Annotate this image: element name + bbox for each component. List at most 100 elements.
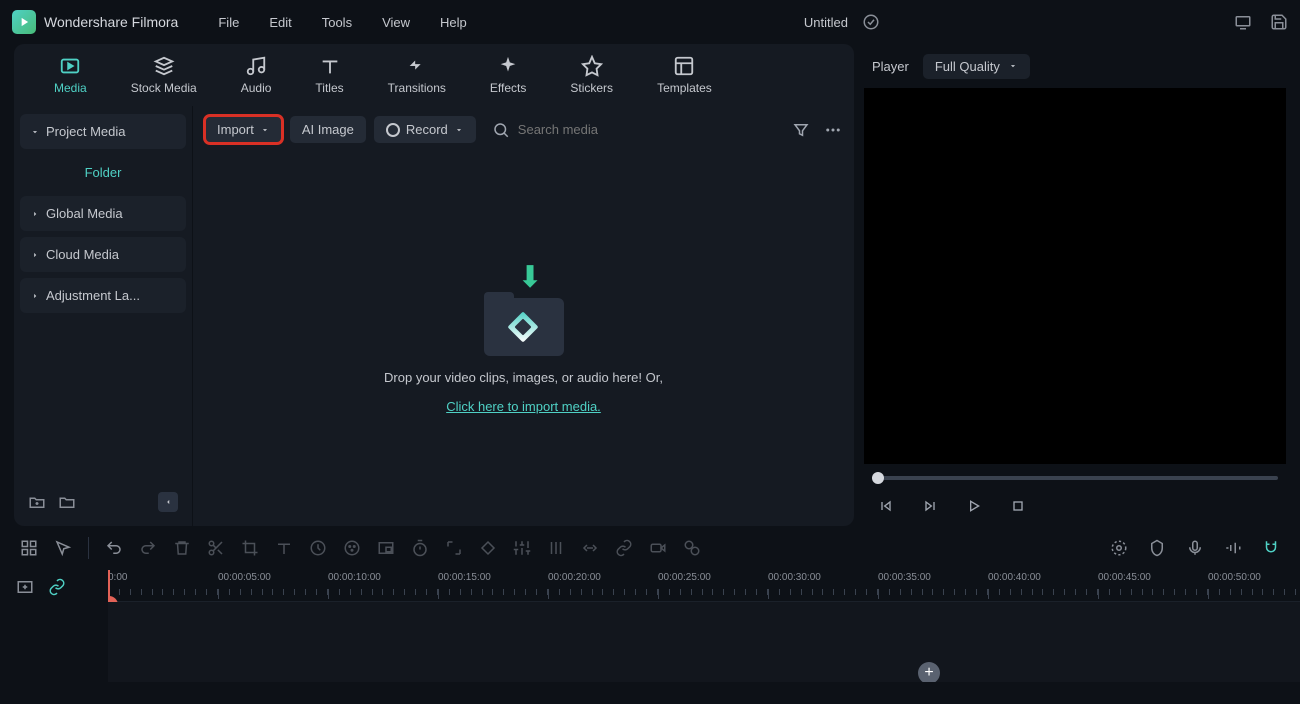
app-name: Wondershare Filmora	[44, 14, 178, 30]
chevron-down-icon	[1008, 61, 1018, 71]
new-folder-icon[interactable]	[28, 493, 46, 511]
audio-track-icon[interactable]	[1224, 539, 1242, 557]
more-icon[interactable]	[824, 121, 842, 139]
ruler-segment: 00:00:45:00	[1098, 570, 1208, 601]
speed-icon[interactable]	[309, 539, 327, 557]
chevron-down-icon	[454, 125, 464, 135]
ruler-segment: 00:00:35:00	[878, 570, 988, 601]
tab-templates[interactable]: Templates	[635, 55, 734, 95]
folder-icon[interactable]	[58, 493, 76, 511]
prev-frame-icon[interactable]	[878, 498, 894, 514]
layout-icon[interactable]	[20, 539, 38, 557]
expand-icon[interactable]	[445, 539, 463, 557]
ruler-segment: 00:00:50:00	[1208, 570, 1300, 601]
stop-icon[interactable]	[1010, 498, 1026, 514]
media-dropzone[interactable]: ⬇ Drop your video clips, images, or audi…	[193, 153, 854, 526]
tab-effects[interactable]: Effects	[468, 55, 548, 95]
menu-help[interactable]: Help	[440, 15, 467, 30]
tab-transitions[interactable]: Transitions	[366, 55, 468, 95]
mixer-icon[interactable]	[547, 539, 565, 557]
record-button[interactable]: Record	[374, 116, 476, 143]
ruler-segment: 00:00:05:00	[218, 570, 328, 601]
timer-icon[interactable]	[411, 539, 429, 557]
tab-stickers[interactable]: Stickers	[548, 55, 635, 95]
import-button[interactable]: Import	[205, 116, 282, 143]
effects-icon	[497, 55, 519, 77]
ruler-segment: 00:00:25:00	[658, 570, 768, 601]
add-track-button[interactable]: +	[918, 662, 940, 682]
dropzone-text: Drop your video clips, images, or audio …	[384, 370, 663, 385]
tab-media[interactable]: Media	[32, 55, 109, 95]
redo-icon[interactable]	[139, 539, 157, 557]
timeline-ruler[interactable]: 0:0000:00:05:0000:00:10:0000:00:15:0000:…	[108, 570, 1300, 602]
category-tabs: Media Stock Media Audio Titles Transitio…	[14, 44, 854, 106]
document-title: Untitled	[804, 15, 848, 30]
auto-ripple-icon[interactable]	[48, 578, 66, 596]
record-tl-icon[interactable]	[649, 539, 667, 557]
group-icon[interactable]	[683, 539, 701, 557]
sidebar-project-media[interactable]: Project Media	[20, 114, 186, 149]
templates-icon	[673, 55, 695, 77]
display-toggle-icon[interactable]	[1234, 13, 1252, 31]
tab-titles[interactable]: Titles	[293, 55, 365, 95]
play-icon[interactable]	[966, 498, 982, 514]
save-icon[interactable]	[1270, 13, 1288, 31]
search-input[interactable]	[518, 122, 718, 137]
tab-stock-media[interactable]: Stock Media	[109, 55, 219, 95]
stock-media-icon	[153, 55, 175, 77]
link-icon[interactable]	[615, 539, 633, 557]
menu-view[interactable]: View	[382, 15, 410, 30]
sync-status-icon	[862, 13, 880, 31]
video-preview[interactable]	[864, 88, 1286, 464]
menu-edit[interactable]: Edit	[269, 15, 291, 30]
ruler-segment: 00:00:30:00	[768, 570, 878, 601]
split-icon[interactable]	[207, 539, 225, 557]
transitions-icon	[406, 55, 428, 77]
player-panel: Player Full Quality	[864, 44, 1286, 526]
import-media-link[interactable]: Click here to import media.	[446, 399, 601, 414]
sidebar-adjustment-layers[interactable]: Adjustment La...	[20, 278, 186, 313]
adjust-icon[interactable]	[513, 539, 531, 557]
undo-icon[interactable]	[105, 539, 123, 557]
menubar: Wondershare Filmora File Edit Tools View…	[0, 0, 1300, 44]
crop-icon[interactable]	[241, 539, 259, 557]
menu-tools[interactable]: Tools	[322, 15, 352, 30]
add-media-tl-icon[interactable]	[16, 578, 34, 596]
delete-icon[interactable]	[173, 539, 191, 557]
marker-icon[interactable]	[1148, 539, 1166, 557]
sidebar-cloud-media[interactable]: Cloud Media	[20, 237, 186, 272]
ruler-segment: 00:00:10:00	[328, 570, 438, 601]
ai-image-button[interactable]: AI Image	[290, 116, 366, 143]
pip-icon[interactable]	[377, 539, 395, 557]
render-icon[interactable]	[1110, 539, 1128, 557]
tab-audio[interactable]: Audio	[219, 55, 294, 95]
audio-icon	[245, 55, 267, 77]
media-sidebar: Project Media Folder Global Media Cloud …	[14, 106, 192, 526]
sidebar-folder[interactable]: Folder	[20, 155, 186, 190]
cursor-icon[interactable]	[54, 539, 72, 557]
timeline-tracks[interactable]: +	[108, 602, 1300, 682]
chevron-down-icon	[260, 125, 270, 135]
mic-icon[interactable]	[1186, 539, 1204, 557]
timeline: 0:0000:00:05:0000:00:10:0000:00:15:0000:…	[0, 570, 1300, 682]
magnet-icon[interactable]	[1262, 539, 1280, 557]
search-icon	[492, 121, 510, 139]
keyframe-icon[interactable]	[479, 539, 497, 557]
text-icon[interactable]	[275, 539, 293, 557]
sidebar-global-media[interactable]: Global Media	[20, 196, 186, 231]
detach-icon[interactable]	[581, 539, 599, 557]
chevron-right-icon	[30, 291, 40, 301]
timeline-toolbar	[0, 526, 1300, 570]
quality-selector[interactable]: Full Quality	[923, 54, 1030, 79]
menu-file[interactable]: File	[218, 15, 239, 30]
filter-icon[interactable]	[792, 121, 810, 139]
download-arrow-icon: ⬇	[518, 260, 543, 295]
next-frame-icon[interactable]	[922, 498, 938, 514]
chevron-down-icon	[30, 127, 40, 137]
seek-thumb[interactable]	[872, 472, 884, 484]
collapse-sidebar-button[interactable]	[158, 492, 178, 512]
seek-bar[interactable]	[872, 476, 1278, 480]
color-icon[interactable]	[343, 539, 361, 557]
stickers-icon	[581, 55, 603, 77]
titles-icon	[319, 55, 341, 77]
